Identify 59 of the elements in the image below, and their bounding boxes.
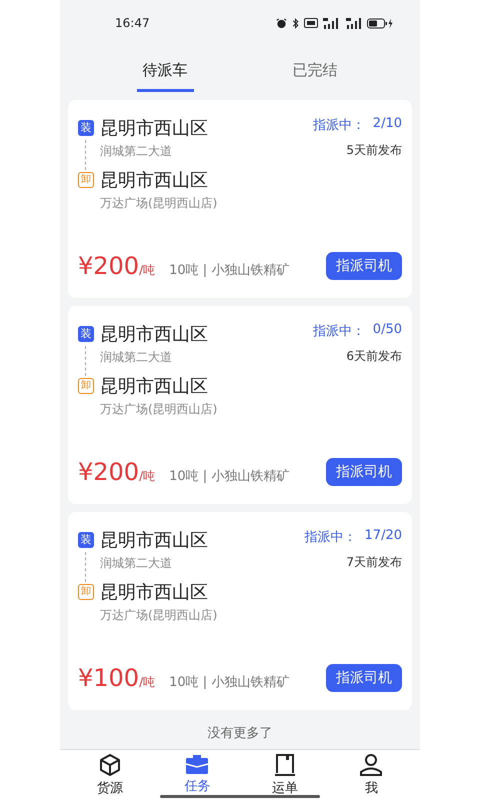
person-icon — [359, 753, 384, 777]
cargo-info: 10吨 | 小独山铁精矿 — [169, 468, 290, 485]
load-city: 昆明市西山区 — [100, 529, 208, 552]
price-unit: /吨 — [139, 468, 156, 485]
battery-icon — [367, 18, 393, 28]
document-icon — [272, 753, 297, 777]
status-label: 指派中： — [312, 323, 365, 340]
tab[interactable]: 待派车 — [136, 52, 194, 92]
alarm-icon — [276, 18, 287, 28]
assign-driver-button[interactable]: 指派司机 — [326, 252, 402, 280]
assign-driver-button[interactable]: 指派司机 — [326, 458, 402, 486]
unload-city: 昆明市西山区 — [100, 375, 209, 398]
progress-count: 2/10 — [372, 116, 402, 133]
tab[interactable]: 已完结 — [286, 52, 344, 92]
assign-driver-button[interactable]: 指派司机 — [326, 664, 402, 692]
status-label: 指派中： — [312, 117, 365, 134]
price: ¥200 — [78, 458, 140, 486]
unload-badge: 卸 — [78, 378, 94, 394]
load-city: 昆明市西山区 — [100, 323, 208, 346]
load-badge: 装 — [78, 120, 94, 136]
load-address: 润城第二大道 — [100, 143, 173, 160]
signal-icon — [344, 18, 362, 28]
load-badge: 装 — [78, 326, 94, 342]
order-card[interactable]: 装 昆明市西山区 润城第二大道 卸 昆明市西山区 万达广场(昆明西山店) 指派中： 2/10 5天前发布 ¥200/吨 10吨 | 小独山铁精矿 指派司机 — [68, 100, 412, 298]
order-card[interactable]: 装 昆明市西山区 润城第二大道 卸 昆明市西山区 万达广场(昆明西山店) 指派中： 0/50 6天前发布 ¥200/吨 10吨 | 小独山铁精矿 指派司机 — [68, 306, 412, 504]
load-address: 润城第二大道 — [100, 349, 173, 366]
price: ¥200 — [78, 252, 140, 280]
posted-time: 7天前发布 — [346, 554, 402, 571]
progress-count: 17/20 — [364, 528, 402, 545]
status-label: 指派中： — [304, 529, 357, 546]
end-of-list-note: 没有更多了 — [208, 725, 272, 742]
load-address: 润城第二大道 — [100, 555, 173, 572]
bluetooth-icon — [292, 18, 299, 28]
posted-time: 6天前发布 — [346, 348, 402, 365]
progress-count: 0/50 — [372, 322, 402, 339]
unload-address: 万达广场(昆明西山店) — [100, 607, 218, 624]
unload-badge: 卸 — [78, 172, 94, 188]
load-city: 昆明市西山区 — [100, 117, 208, 140]
unload-badge: 卸 — [78, 584, 94, 600]
nav-item[interactable]: 运单 — [268, 750, 302, 800]
unload-city: 昆明市西山区 — [100, 581, 209, 604]
status-time: 16:47 — [115, 16, 150, 30]
unload-address: 万达广场(昆明西山店) — [100, 401, 218, 418]
price-unit: /吨 — [139, 674, 156, 691]
posted-time: 5天前发布 — [346, 142, 402, 159]
unload-address: 万达广场(昆明西山店) — [100, 195, 218, 212]
price: ¥100 — [78, 664, 140, 692]
cargo-info: 10吨 | 小独山铁精矿 — [169, 674, 290, 691]
nav-item[interactable]: 任务 — [180, 750, 214, 800]
nav-item[interactable]: 我 — [355, 750, 388, 800]
order-card[interactable]: 装 昆明市西山区 润城第二大道 卸 昆明市西山区 万达广场(昆明西山店) 指派中： 17/20 7天前发布 ¥100/吨 10吨 | 小独山铁精矿 指派司机 — [68, 512, 412, 710]
briefcase-icon — [185, 753, 210, 775]
load-badge: 装 — [78, 532, 94, 548]
nav-item[interactable]: 货源 — [92, 750, 127, 800]
cargo-info: 10吨 | 小独山铁精矿 — [169, 262, 290, 279]
price-unit: /吨 — [139, 262, 156, 279]
signal-icon — [323, 18, 339, 28]
cube-icon — [98, 753, 122, 777]
unload-city: 昆明市西山区 — [100, 169, 209, 192]
